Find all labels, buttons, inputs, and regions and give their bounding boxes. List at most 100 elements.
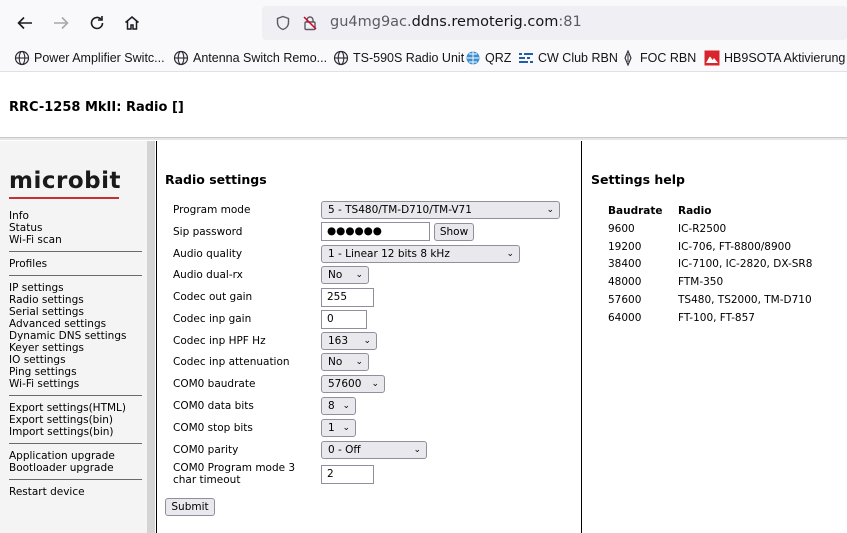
baudrate-cell: 9600	[608, 222, 635, 235]
chevron-down-icon: ⌄	[342, 423, 350, 433]
logo-underline	[9, 197, 119, 199]
menu-item-status[interactable]: Status	[9, 222, 142, 234]
sidebar-shadow	[147, 141, 155, 533]
submit-button[interactable]: Submit	[165, 498, 215, 516]
menu-item-dynamic-dns-settings[interactable]: Dynamic DNS settings	[9, 330, 142, 342]
panel-divider-left	[156, 141, 157, 533]
codec-inp-gain-label: Codec inp gain	[173, 313, 252, 325]
baudrate-cell: 19200	[608, 240, 642, 253]
menu-item-export-bin[interactable]: Export settings(bin)	[9, 414, 142, 426]
globe-icon	[14, 50, 30, 66]
menu-group-upgrade: Application upgrade Bootloader upgrade	[9, 450, 142, 474]
codec-inp-gain-input[interactable]: 0	[321, 310, 367, 329]
menu-item-application-upgrade[interactable]: Application upgrade	[9, 450, 142, 462]
qrz-icon	[466, 51, 480, 65]
codec-inp-attenuation-select[interactable]: No ⌄	[321, 353, 369, 371]
menu-item-wifi-scan[interactable]: Wi-Fi scan	[9, 234, 142, 246]
sip-password-label: Sip password	[173, 226, 243, 238]
codec-out-gain-input[interactable]: 255	[321, 288, 374, 307]
header-divider	[0, 137, 847, 140]
forward-arrow-icon[interactable]	[49, 11, 73, 35]
codec-inp-attenuation-label: Codec inp attenuation	[173, 356, 290, 368]
bookmark-ts590s[interactable]: TS-590S Radio Unit	[333, 50, 464, 66]
menu-item-radio-settings[interactable]: Radio settings	[9, 294, 142, 306]
com0-data-bits-label: COM0 data bits	[173, 400, 254, 412]
menu-item-export-html[interactable]: Export settings(HTML)	[9, 402, 142, 414]
menu-group-status: Info Status Wi-Fi scan	[9, 210, 142, 246]
bookmark-label: CW Club RBN	[538, 51, 618, 65]
menu-item-wifi-settings[interactable]: Wi-Fi settings	[9, 378, 142, 390]
codec-out-gain-label: Codec out gain	[173, 291, 253, 303]
menu-item-serial-settings[interactable]: Serial settings	[9, 306, 142, 318]
menu-item-info[interactable]: Info	[9, 210, 142, 222]
bookmark-label: TS-590S Radio Unit	[353, 51, 465, 65]
bookmark-hb9sota[interactable]: HB9SOTA Aktivierung	[704, 50, 845, 66]
chevron-down-icon: ⌄	[355, 270, 363, 280]
bookmark-label: HB9SOTA Aktivierung	[724, 51, 846, 65]
menu-item-keyer-settings[interactable]: Keyer settings	[9, 342, 142, 354]
bookmark-cw-club-rbn[interactable]: CW Club RBN	[518, 50, 618, 66]
chevron-down-icon: ⌄	[363, 336, 371, 346]
audio-quality-label: Audio quality	[173, 248, 243, 260]
menu-group-restart: Restart device	[9, 486, 142, 498]
menu-divider	[9, 443, 142, 444]
bookmark-power-amplifier[interactable]: Power Amplifier Switc...	[14, 50, 165, 66]
codec-inp-hpf-label: Codec inp HPF Hz	[173, 335, 266, 347]
sidebar-menu: microbit Info Status Wi-Fi scan Profiles…	[0, 141, 147, 533]
home-icon[interactable]	[120, 11, 144, 35]
chevron-down-icon: ⌄	[355, 357, 363, 367]
chevron-down-icon: ⌄	[342, 401, 350, 411]
radio-cell: IC-7100, IC-2820, DX-SR8	[678, 258, 813, 271]
codec-inp-hpf-select[interactable]: 163 ⌄	[321, 332, 377, 350]
menu-group-settings: IP settings Radio settings Serial settin…	[9, 282, 142, 390]
menu-item-import-bin[interactable]: Import settings(bin)	[9, 426, 142, 438]
radio-cell: TS480, TS2000, TM-D710	[678, 293, 812, 306]
bookmark-foc-rbn[interactable]: FOC RBN	[620, 50, 696, 66]
menu-divider	[9, 275, 142, 276]
baudrate-cell: 48000	[608, 276, 642, 289]
com0-baudrate-select[interactable]: 57600 ⌄	[321, 375, 385, 393]
com0-pm3-timeout-input[interactable]: 2	[321, 465, 374, 484]
menu-group-export: Export settings(HTML) Export settings(bi…	[9, 402, 142, 438]
com0-data-bits-select[interactable]: 8 ⌄	[321, 397, 356, 415]
com0-stop-bits-label: COM0 stop bits	[173, 422, 253, 434]
bookmark-qrz[interactable]: QRZ	[465, 50, 511, 66]
show-password-button[interactable]: Show	[434, 223, 474, 241]
radio-cell: FTM-350	[678, 276, 724, 289]
back-arrow-icon[interactable]	[13, 11, 37, 35]
address-bar[interactable]: gu4mg9ac.ddns.remoterig.com:81	[262, 6, 847, 40]
menu-item-advanced-settings[interactable]: Advanced settings	[9, 318, 142, 330]
globe-icon	[173, 50, 189, 66]
sip-password-input[interactable]: ●●●●●●	[321, 222, 430, 241]
url-text[interactable]: gu4mg9ac.ddns.remoterig.com:81	[330, 14, 582, 30]
audio-quality-select[interactable]: 1 - Linear 12 bits 8 kHz ⌄	[321, 245, 520, 263]
baudrate-cell: 38400	[608, 258, 642, 271]
bookmark-antenna-switch[interactable]: Antenna Switch Remo...	[173, 50, 327, 66]
microbit-logo: microbit	[9, 168, 121, 194]
globe-icon	[333, 50, 349, 66]
bookmark-label: Power Amplifier Switc...	[34, 51, 165, 65]
menu-group-profiles: Profiles	[9, 258, 142, 270]
menu-divider	[9, 479, 142, 480]
menu-item-ip-settings[interactable]: IP settings	[9, 282, 142, 294]
menu-item-bootloader-upgrade[interactable]: Bootloader upgrade	[9, 462, 142, 474]
shield-icon[interactable]	[275, 15, 291, 31]
settings-help-title: Settings help	[591, 172, 685, 187]
sidebar: microbit Info Status Wi-Fi scan Profiles…	[0, 141, 155, 533]
menu-item-profiles[interactable]: Profiles	[9, 258, 142, 270]
com0-pm3-timeout-label-line1: COM0 Program mode 3	[173, 462, 296, 474]
menu-item-restart-device[interactable]: Restart device	[9, 486, 142, 498]
bookmark-label: Antenna Switch Remo...	[193, 51, 328, 65]
panel-divider-right	[581, 141, 582, 533]
reload-icon[interactable]	[85, 11, 109, 35]
header-baudrate: Baudrate	[608, 205, 663, 217]
com0-stop-bits-select[interactable]: 1 ⌄	[321, 419, 356, 437]
menu-item-ping-settings[interactable]: Ping settings	[9, 366, 142, 378]
audio-dual-rx-select[interactable]: No ⌄	[321, 266, 369, 284]
com0-parity-select[interactable]: 0 - Off ⌄	[321, 441, 427, 459]
audio-dual-rx-label: Audio dual-rx	[173, 269, 243, 281]
program-mode-select[interactable]: 5 - TS480/TM-D710/TM-V71 ⌄	[321, 201, 560, 219]
header-radio: Radio	[678, 205, 712, 217]
menu-item-io-settings[interactable]: IO settings	[9, 354, 142, 366]
insecure-lock-icon[interactable]	[302, 15, 318, 31]
